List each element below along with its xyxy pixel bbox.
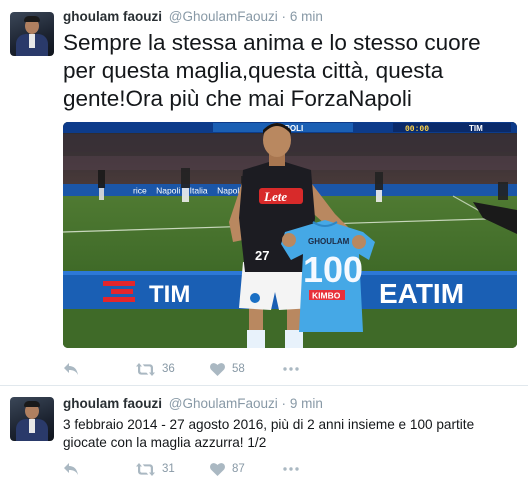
more-dots-icon [283, 467, 299, 471]
like-count: 58 [232, 363, 245, 375]
tweet-text: 3 febbraio 2014 - 27 agosto 2016, più di… [63, 417, 475, 450]
retweet-icon [136, 462, 155, 476]
tweet-text: Sempre la stessa anima e lo stesso cuore… [63, 30, 481, 111]
avatar[interactable] [10, 397, 54, 441]
reply-button[interactable] [63, 359, 79, 379]
header-separator: · [281, 396, 287, 411]
reply-icon [64, 363, 78, 375]
tweet-timestamp[interactable]: 9 min [290, 396, 323, 411]
tweet-timestamp[interactable]: 6 min [290, 9, 323, 24]
held-jersey-number: 100 [303, 249, 363, 290]
heart-icon [210, 462, 225, 476]
tweet-actions: 31 87 [63, 459, 363, 479]
retweet-button[interactable]: 36 [136, 359, 175, 379]
avatar-shirt [29, 34, 35, 48]
author-name[interactable]: ghoulam faouzi [63, 9, 162, 24]
avatar-shirt [29, 419, 35, 433]
more-dots-icon [283, 367, 299, 371]
top-board-right-text: TIM [469, 124, 483, 133]
author-handle[interactable]: @GhoulamFaouzi [169, 9, 278, 24]
header-separator: · [281, 9, 287, 24]
board-brand-2: EATIM [379, 278, 464, 309]
like-count: 87 [232, 463, 245, 475]
more-button[interactable] [283, 359, 299, 379]
scoreboard-time: 00:00 [405, 125, 429, 134]
shirt-number: 27 [255, 248, 269, 263]
shirt-sponsor: Lete [263, 189, 287, 204]
tweet-header: ghoulam faouzi @GhoulamFaouzi · 6 min [63, 9, 323, 25]
like-button[interactable]: 58 [210, 359, 245, 379]
stadium-photo: NAPOLI 00:00 TIM rice Napoli Italia Napo… [63, 122, 517, 348]
retweet-icon [136, 362, 155, 376]
retweet-button[interactable]: 31 [136, 459, 175, 479]
tweet-photo[interactable]: NAPOLI 00:00 TIM rice Napoli Italia Napo… [63, 122, 517, 348]
reply-icon [64, 463, 78, 475]
reply-button[interactable] [63, 459, 79, 479]
like-button[interactable]: 87 [210, 459, 245, 479]
tweet[interactable]: ghoulam faouzi @GhoulamFaouzi · 6 min Se… [0, 0, 528, 385]
author-name[interactable]: ghoulam faouzi [63, 396, 162, 411]
held-jersey-name: GHOULAM [308, 237, 350, 246]
avatar-hair [24, 16, 40, 22]
tweet-header: ghoulam faouzi @GhoulamFaouzi · 9 min [63, 396, 323, 412]
held-jersey-sponsor: KIMBO [312, 291, 341, 301]
retweet-count: 31 [162, 463, 175, 475]
tweet[interactable]: ghoulam faouzi @GhoulamFaouzi · 9 min 3 … [0, 385, 528, 488]
more-button[interactable] [283, 459, 299, 479]
author-handle[interactable]: @GhoulamFaouzi [169, 396, 278, 411]
avatar-hair [24, 401, 40, 407]
board-brand-1: TIM [149, 281, 190, 308]
tweet-actions: 36 58 [63, 359, 363, 379]
heart-icon [210, 362, 225, 376]
avatar[interactable] [10, 12, 54, 56]
retweet-count: 36 [162, 363, 175, 375]
